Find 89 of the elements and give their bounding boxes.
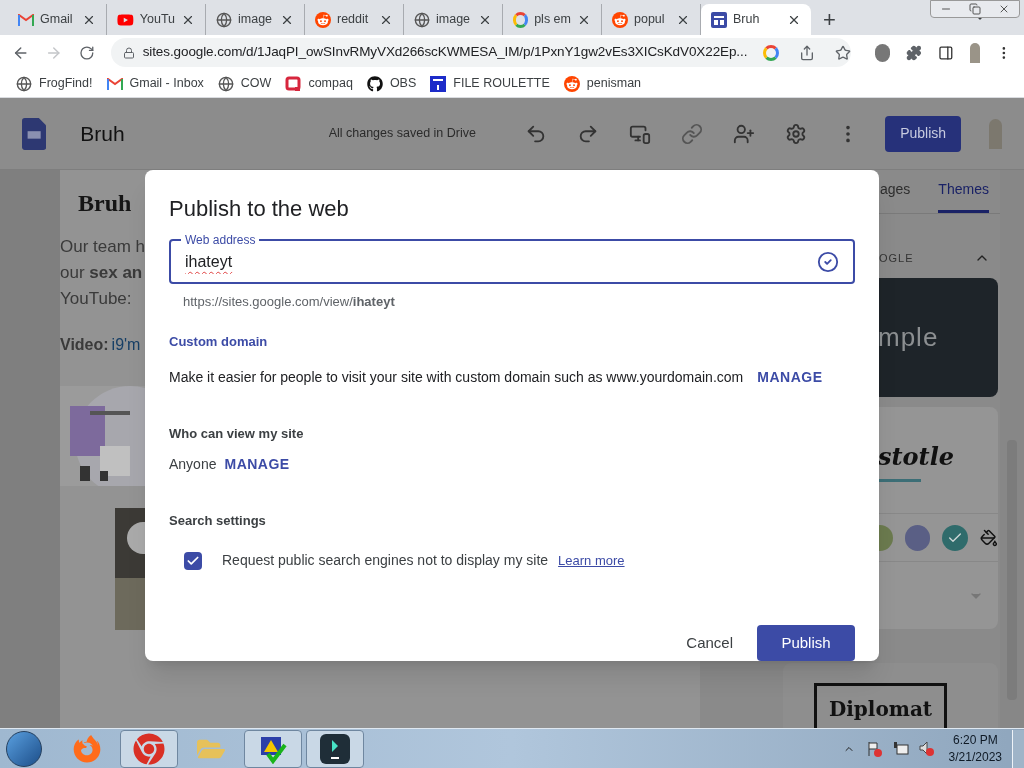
- text-line: Our team h: [60, 236, 146, 258]
- text-line: YouTube:: [60, 288, 132, 310]
- g-icon[interactable]: [763, 44, 780, 61]
- address-bar[interactable]: sites.google.com/d/1JaqPI_owSInvRMyVXd266scKWMESA_IM/p/1PxnY1gw2vEs3XICsKdV0X22Ep...: [110, 38, 851, 67]
- avatar-icon[interactable]: [969, 42, 981, 63]
- manage-link[interactable]: MANAGE: [224, 453, 290, 475]
- tab-title: image: [238, 11, 273, 29]
- web-address-input[interactable]: ihateyt: [185, 249, 817, 274]
- tab-title: pls em: [534, 11, 571, 29]
- alien-icon: [563, 75, 580, 92]
- bookmark-label: COW: [240, 75, 272, 93]
- tab-title: image: [436, 11, 471, 29]
- checkbox-label: Request public search engines not to display my site: [222, 551, 549, 570]
- paint-bucket-icon[interactable]: [980, 528, 998, 547]
- section-heading: Search settings: [169, 511, 267, 530]
- puzzle-icon[interactable]: [906, 43, 923, 62]
- field-label: Web address: [184, 233, 257, 247]
- tab-title: Gmail: [40, 11, 73, 29]
- taskbar-button[interactable]: [244, 729, 302, 768]
- square-icon: [285, 75, 302, 92]
- side-panel-icon[interactable]: [938, 43, 954, 62]
- theme-name: stotle: [878, 440, 956, 473]
- panel-tab[interactable]: ages: [880, 179, 911, 213]
- extension-icon[interactable]: [874, 43, 891, 62]
- tile-icon: [430, 75, 447, 92]
- text-line: our sex an: [60, 262, 143, 284]
- description: Make it easier for people to visit your site with custom domain such as www.yourdomain.com: [169, 368, 744, 387]
- start-button[interactable]: [6, 730, 42, 767]
- bookmark-label: FILE ROULETTE: [453, 75, 550, 93]
- tab-title: YouTu: [139, 11, 175, 29]
- globe-icon: [217, 75, 234, 92]
- add-person-icon[interactable]: [733, 122, 756, 145]
- clock-time[interactable]: 6:20 PM: [952, 731, 998, 749]
- cat-icon: [366, 75, 383, 92]
- chrome-icon: [133, 732, 165, 765]
- tab-title: popul: [634, 11, 665, 29]
- section-heading: Who can view my site: [169, 425, 305, 443]
- speaker-muted-icon[interactable]: [918, 740, 935, 757]
- color-swatch[interactable]: [904, 524, 931, 551]
- mail-icon: [18, 13, 34, 26]
- publish-button[interactable]: Publish: [885, 115, 961, 152]
- site-title: Bruh: [78, 189, 132, 218]
- document-icon[interactable]: [22, 116, 47, 151]
- site-name[interactable]: Bruh: [80, 117, 125, 150]
- lock-icon[interactable]: [122, 46, 135, 59]
- bookmark-label: compaq: [308, 75, 353, 93]
- publish-button[interactable]: Publish: [757, 625, 855, 661]
- globe-icon: [16, 75, 32, 92]
- network-icon[interactable]: [892, 740, 909, 757]
- alien-icon: [315, 11, 331, 28]
- checkbox[interactable]: [184, 551, 202, 570]
- save-status: All changes saved in Drive: [328, 125, 477, 143]
- new-tab-button[interactable]: +: [811, 4, 848, 35]
- url-preview: https://sites.google.com/view/ihateyt: [183, 293, 396, 311]
- mail-icon: [106, 77, 123, 90]
- layout-icon: [711, 11, 727, 28]
- restore-icon[interactable]: [969, 3, 981, 15]
- star-icon[interactable]: [835, 44, 852, 61]
- video-label: Video:: [60, 335, 109, 355]
- panel-tab[interactable]: Themes: [938, 179, 989, 213]
- globe-icon: [414, 11, 430, 28]
- theme-name: mple: [878, 321, 939, 354]
- tab-title: reddit: [337, 11, 369, 29]
- g-icon: [513, 11, 529, 28]
- bookmark-label: FrogFind!: [39, 75, 93, 93]
- web-address-field[interactable]: Web address ihateyt: [169, 233, 855, 284]
- dialog-title: Publish to the web: [169, 195, 350, 223]
- color-swatch[interactable]: [942, 524, 969, 551]
- taskbar-button[interactable]: [306, 729, 364, 768]
- section-heading: Custom domain: [169, 332, 269, 351]
- cancel-button[interactable]: Cancel: [678, 625, 741, 661]
- flag-icon[interactable]: [866, 740, 883, 757]
- bookmark-label: OBS: [389, 75, 417, 93]
- bookmark-label: penisman: [586, 75, 642, 93]
- theme-card[interactable]: Diplomat: [783, 663, 998, 728]
- globe-icon: [216, 11, 232, 28]
- alien-icon: [612, 11, 628, 28]
- section-heading: OGLE: [879, 250, 914, 266]
- tab-title: Bruh: [733, 11, 760, 29]
- bookmark-label: Gmail - Inbox: [129, 75, 204, 93]
- clock-date[interactable]: 3/21/2023: [948, 748, 1002, 766]
- fox-icon: [73, 734, 101, 763]
- browser-tab[interactable]: Bruh: [701, 4, 811, 35]
- settings-icon[interactable]: [785, 122, 808, 145]
- editor-app-icon: [320, 733, 350, 764]
- learn-more-link[interactable]: Learn more: [558, 550, 625, 571]
- video-link[interactable]: i9'm: [111, 332, 141, 358]
- visibility-value: Anyone: [169, 454, 217, 474]
- share-icon[interactable]: [799, 44, 816, 61]
